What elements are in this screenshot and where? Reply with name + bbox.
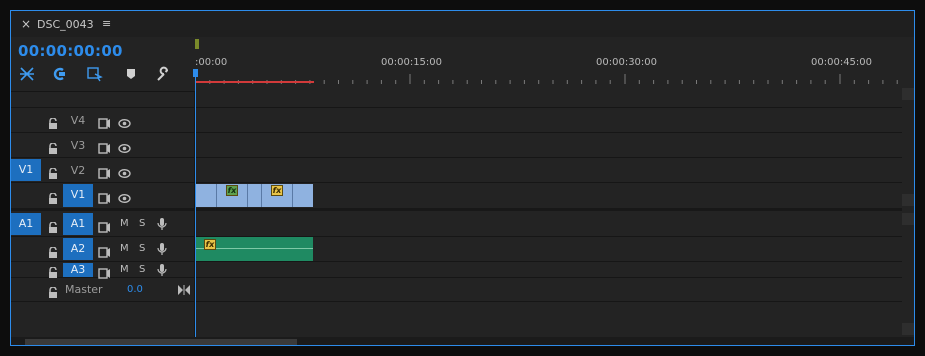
playhead[interactable]	[195, 69, 196, 345]
horizontal-scroll-thumb[interactable]	[25, 339, 297, 345]
track-name-v4[interactable]: V4	[63, 114, 93, 127]
sync-lock-icon[interactable]	[98, 164, 111, 183]
go-to-in-out-icon[interactable]	[178, 280, 190, 299]
master-volume-value[interactable]: 0.0	[127, 284, 143, 295]
video-clip[interactable]	[195, 184, 313, 207]
horizontal-scrollbar[interactable]	[11, 337, 914, 345]
microphone-icon[interactable]	[157, 216, 167, 235]
lock-icon[interactable]	[48, 244, 58, 258]
sync-lock-icon[interactable]	[98, 114, 111, 133]
snap-icon[interactable]	[19, 66, 35, 82]
solo-button[interactable]: S	[139, 218, 145, 229]
sync-lock-icon[interactable]	[98, 218, 111, 237]
eye-icon[interactable]	[118, 189, 131, 208]
track-name-a2[interactable]: A2	[63, 238, 93, 260]
mute-button[interactable]: M	[120, 243, 129, 254]
work-area-bar[interactable]	[195, 81, 314, 83]
sync-lock-icon[interactable]	[98, 243, 111, 262]
ruler-label-45: 00:00:45:00	[811, 57, 873, 68]
track-name-a1[interactable]: A1	[63, 213, 93, 235]
solo-button[interactable]: S	[139, 264, 145, 275]
eye-icon[interactable]	[118, 139, 131, 158]
lock-icon[interactable]	[48, 165, 58, 179]
close-tab-icon[interactable]: ×	[21, 17, 31, 31]
fx-badge[interactable]: fx	[271, 185, 283, 196]
mute-button[interactable]: M	[120, 264, 129, 275]
microphone-icon[interactable]	[157, 262, 167, 281]
track-name-v1[interactable]: V1	[63, 184, 93, 207]
add-marker-icon[interactable]	[87, 66, 103, 82]
solo-button[interactable]: S	[139, 243, 145, 254]
marker-icon[interactable]	[123, 66, 139, 82]
ruler-label-0: :00:00	[195, 57, 228, 68]
fx-badge[interactable]: fx	[204, 239, 216, 250]
playhead-timecode[interactable]: 00:00:00:00	[18, 42, 123, 60]
sync-lock-icon[interactable]	[98, 189, 111, 208]
microphone-icon[interactable]	[157, 241, 167, 260]
lock-icon[interactable]	[48, 284, 58, 298]
lock-icon[interactable]	[48, 264, 58, 278]
playhead-handle[interactable]	[193, 69, 198, 77]
header-divider	[11, 91, 195, 92]
ruler-label-15: 00:00:15:00	[381, 57, 443, 68]
fx-badge[interactable]: fx	[226, 185, 238, 196]
lock-icon[interactable]	[48, 190, 58, 204]
eye-icon[interactable]	[118, 164, 131, 183]
track-name-a3[interactable]: A3	[63, 263, 93, 277]
sync-lock-icon[interactable]	[98, 264, 111, 283]
audio-scroll-bottom-cap[interactable]	[902, 323, 914, 335]
eye-icon[interactable]	[118, 114, 131, 133]
master-label: Master	[65, 283, 103, 296]
track-name-v2[interactable]: V2	[63, 164, 93, 177]
lock-icon[interactable]	[48, 219, 58, 233]
timeline-tab-bar: × DSC_0043 ≡	[11, 11, 914, 37]
video-audio-divider[interactable]	[11, 208, 902, 211]
source-patch-a1[interactable]: A1	[11, 213, 41, 235]
audio-scroll-top-cap[interactable]	[902, 213, 914, 225]
source-patch-v1[interactable]: V1	[11, 159, 41, 181]
panel-menu-icon[interactable]: ≡	[102, 17, 111, 30]
lock-icon[interactable]	[48, 115, 58, 129]
mute-button[interactable]: M	[120, 218, 129, 229]
video-scroll-bottom-cap[interactable]	[902, 194, 914, 206]
ruler-label-30: 00:00:30:00	[596, 57, 658, 68]
video-scroll-top-cap[interactable]	[902, 88, 914, 100]
wrench-icon[interactable]	[155, 66, 171, 82]
lock-icon[interactable]	[48, 140, 58, 154]
track-name-v3[interactable]: V3	[63, 139, 93, 152]
time-ruler[interactable]	[195, 38, 902, 92]
linked-selection-icon[interactable]	[52, 66, 68, 82]
in-marker	[195, 39, 199, 49]
sequence-tab-title[interactable]: DSC_0043	[37, 18, 94, 31]
sync-lock-icon[interactable]	[98, 139, 111, 158]
timeline-panel: × DSC_0043 ≡ 00:00:00:00:00:00 00:00:15…	[10, 10, 915, 346]
